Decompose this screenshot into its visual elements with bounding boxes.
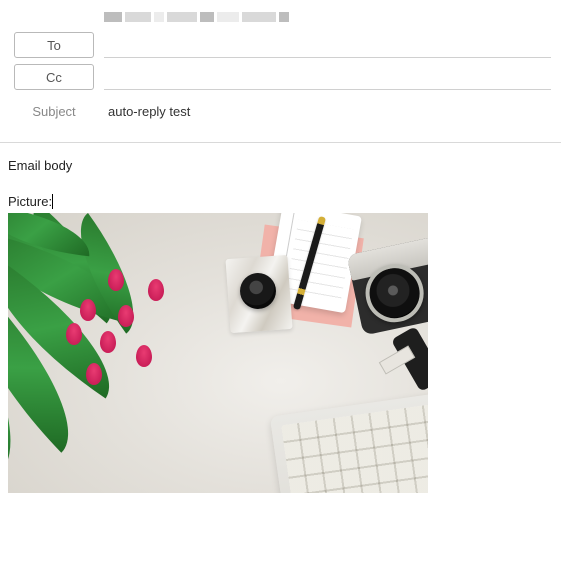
to-button[interactable]: To [14, 32, 94, 58]
compose-header: To Cc Subject [0, 0, 561, 132]
text-cursor [52, 194, 53, 209]
embedded-image[interactable] [8, 213, 428, 493]
body-text-line: Email body [8, 157, 553, 175]
subject-field[interactable] [104, 98, 551, 124]
to-field[interactable] [104, 32, 551, 58]
cc-field[interactable] [104, 64, 551, 90]
cc-button[interactable]: Cc [14, 64, 94, 90]
picture-label-line: Picture: [8, 193, 553, 211]
email-body-editor[interactable]: Email body Picture: [0, 143, 561, 507]
from-redacted [14, 8, 561, 26]
subject-label: Subject [14, 104, 94, 119]
